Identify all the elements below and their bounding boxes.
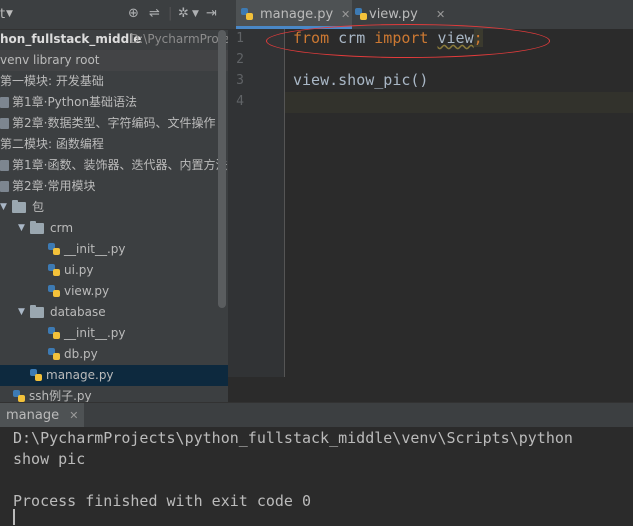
python-file-icon [47, 263, 61, 277]
tree-file-item[interactable]: ui.py [0, 260, 228, 281]
line-number: 3 [236, 73, 244, 88]
python-file-icon [240, 7, 254, 21]
chevron-down-icon[interactable]: ▼ [18, 218, 25, 239]
tree-root[interactable]: hon_fullstack_middle D:\PycharmProje [0, 29, 228, 50]
python-file-icon [354, 7, 368, 21]
folder-icon [0, 181, 9, 192]
folder-icon [0, 160, 9, 171]
run-tab-label: manage [6, 408, 60, 423]
project-toolbar: t ▼ ⊕ ⇌ | ✲ ▼ ⇥ [0, 0, 228, 30]
python-file-icon [12, 389, 26, 402]
line-number: 4 [236, 94, 244, 109]
gear-icon[interactable]: ✲ [178, 6, 189, 21]
tree-folder-item[interactable]: ▼ crm [0, 218, 228, 239]
tree-folder-item[interactable]: venv library root [0, 50, 228, 71]
line-number-gutter: 1 2 3 4 [228, 29, 285, 377]
tree-file-item[interactable]: view.py [0, 281, 228, 302]
hide-icon[interactable]: ⇥ [206, 6, 217, 21]
gear-dropdown-icon[interactable]: ▼ [192, 9, 199, 19]
tab-label: manage.py [260, 7, 334, 22]
console-line: D:\PycharmProjects\python_fullstack_midd… [13, 429, 573, 447]
chevron-down-icon[interactable]: ▼ [18, 302, 25, 323]
run-panel-header: manage ✕ [0, 402, 633, 428]
separator-icon: | [168, 6, 173, 21]
tree-file-item[interactable]: __init__.py [0, 239, 228, 260]
tree-item-label: 包 [32, 200, 45, 214]
tree-item-label: 第一模块: 开发基础 [0, 74, 104, 88]
tree-item-label: db.py [64, 347, 98, 361]
tree-item-label: 第2章·数据类型、字符编码、文件操作 [12, 116, 216, 130]
tree-folder-item[interactable]: 第1章·函数、装饰器、迭代器、内置方法 [0, 155, 228, 176]
python-file-icon [47, 284, 61, 298]
tree-item-label: ui.py [64, 263, 94, 277]
tree-item-label: 第二模块: 函数编程 [0, 137, 104, 151]
current-line-highlight [285, 92, 633, 113]
editor-bottom [228, 377, 633, 402]
chevron-down-icon[interactable]: ▼ [0, 197, 7, 218]
code-line-3[interactable]: view.show_pic() [293, 71, 428, 89]
line-number: 1 [236, 31, 244, 46]
tree-folder-item[interactable]: ▼ database [0, 302, 228, 323]
line-number: 2 [236, 52, 244, 67]
chevron-down-icon[interactable]: ▼ [6, 9, 13, 19]
tree-item-label: __init__.py [64, 326, 126, 340]
tree-file-item[interactable]: ssh例子.py [0, 386, 228, 402]
tree-item-label: 第2章·常用模块 [12, 179, 96, 193]
tree-item-label: 第1章·函数、装饰器、迭代器、内置方法 [12, 158, 228, 172]
python-file-icon [47, 242, 61, 256]
project-scrollbar[interactable] [218, 30, 226, 308]
tree-item-label: __init__.py [64, 242, 126, 256]
folder-icon [0, 97, 9, 108]
tree-file-item[interactable]: db.py [0, 344, 228, 365]
folder-icon [30, 221, 44, 234]
tab-manage-py[interactable]: manage.py ✕ [236, 0, 352, 29]
locate-icon[interactable]: ⊕ [128, 6, 139, 21]
root-path: D:\PycharmProje [130, 32, 228, 46]
python-file-icon [47, 347, 61, 361]
tree-item-label: venv library root [0, 53, 100, 67]
tree-file-item[interactable]: manage.py [0, 365, 228, 386]
tree-folder-item[interactable]: ▼ 包 [0, 197, 228, 218]
tree-folder-item[interactable]: 第二模块: 函数编程 [0, 134, 228, 155]
run-tab-manage[interactable]: manage ✕ [0, 403, 85, 428]
root-name: hon_fullstack_middle [0, 32, 142, 46]
tree-item-label: 第1章·Python基础语法 [12, 95, 138, 109]
python-file-icon [47, 326, 61, 340]
python-file-icon [29, 368, 43, 382]
tree-file-item[interactable]: __init__.py [0, 323, 228, 344]
tree-folder-item[interactable]: 第一模块: 开发基础 [0, 71, 228, 92]
close-icon[interactable]: ✕ [69, 409, 78, 422]
tree-folder-item[interactable]: 第2章·常用模块 [0, 176, 228, 197]
tree-item-label: view.py [64, 284, 110, 298]
folder-icon [0, 118, 9, 129]
console-caret [13, 509, 15, 525]
tree-item-label: database [50, 305, 106, 319]
tree-item-label: crm [50, 221, 74, 235]
tree-item-label: ssh例子.py [29, 389, 92, 402]
code-editor[interactable]: from crm import view; view.show_pic() [285, 29, 633, 377]
console-line: Process finished with exit code 0 [13, 492, 312, 510]
tree-folder-item[interactable]: 第2章·数据类型、字符编码、文件操作 [0, 113, 228, 134]
tree-item-label: manage.py [46, 368, 114, 382]
collapse-icon[interactable]: ⇌ [149, 6, 160, 21]
console-line: show pic [13, 450, 86, 468]
folder-icon [30, 305, 44, 318]
folder-icon [12, 200, 26, 213]
annotation-ellipse [266, 24, 550, 58]
project-panel: t ▼ ⊕ ⇌ | ✲ ▼ ⇥ hon_fullstack_middle D:\… [0, 0, 228, 402]
run-console[interactable]: D:\PycharmProjects\python_fullstack_midd… [0, 427, 633, 526]
project-view-label[interactable]: t [0, 7, 5, 22]
tree-folder-item[interactable]: 第1章·Python基础语法 [0, 92, 228, 113]
